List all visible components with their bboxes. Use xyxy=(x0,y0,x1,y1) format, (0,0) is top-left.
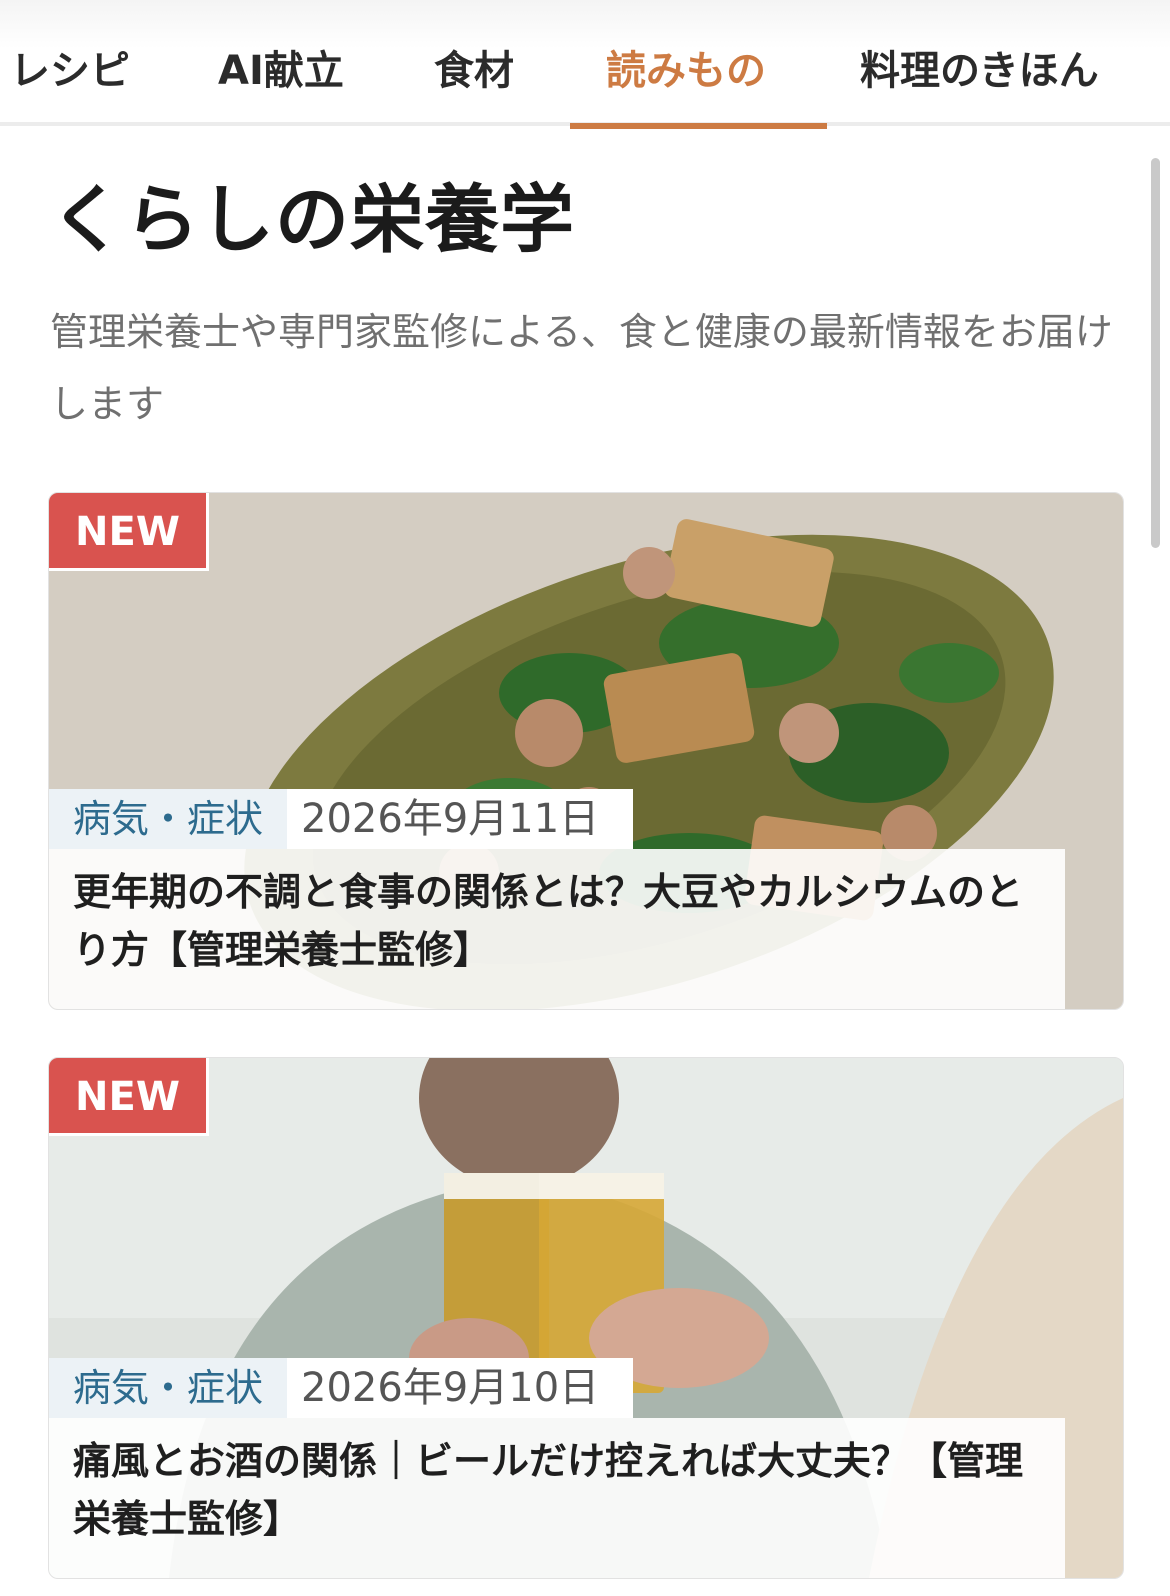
article-meta: 病気・症状 2026年9月10日 xyxy=(49,1358,634,1418)
new-badge: NEW xyxy=(49,1058,209,1136)
new-badge: NEW xyxy=(49,493,209,571)
article-date: 2026年9月10日 xyxy=(287,1358,634,1418)
scrollbar[interactable] xyxy=(1151,158,1160,548)
article-card[interactable]: NEW 病気・症状 2026年9月10日 痛風とお酒の関係｜ビールだけ控えれば大… xyxy=(48,1057,1124,1579)
tab-recipe[interactable]: レシピ xyxy=(10,38,130,98)
top-navigation: レシピ AI献立 食材 読みもの 料理のきほん xyxy=(0,0,1170,126)
page-description: 管理栄養士や専門家監修による、食と健康の最新情報をお届けします xyxy=(50,310,1113,426)
tab-reading[interactable]: 読みもの xyxy=(606,38,766,98)
article-title[interactable]: 痛風とお酒の関係｜ビールだけ控えれば大丈夫？【管理栄養士監修】 xyxy=(49,1418,1065,1578)
tab-cooking-basics[interactable]: 料理のきほん xyxy=(860,38,1099,98)
article-date: 2026年9月11日 xyxy=(287,789,634,849)
tab-ingredients[interactable]: 食材 xyxy=(434,38,514,98)
category-tag[interactable]: 病気・症状 xyxy=(49,1358,288,1418)
article-card[interactable]: NEW 病気・症状 2026年9月11日 更年期の不調と食事の関係とは？大豆やカ… xyxy=(48,492,1124,1010)
category-tag[interactable]: 病気・症状 xyxy=(49,789,288,849)
tab-ai-menu[interactable]: AI献立 xyxy=(218,38,344,98)
article-title[interactable]: 更年期の不調と食事の関係とは？大豆やカルシウムのとり方【管理栄養士監修】 xyxy=(49,849,1065,1009)
page-title: くらしの栄養学 xyxy=(50,177,575,263)
article-meta: 病気・症状 2026年9月11日 xyxy=(49,789,634,849)
active-tab-indicator xyxy=(570,123,827,129)
